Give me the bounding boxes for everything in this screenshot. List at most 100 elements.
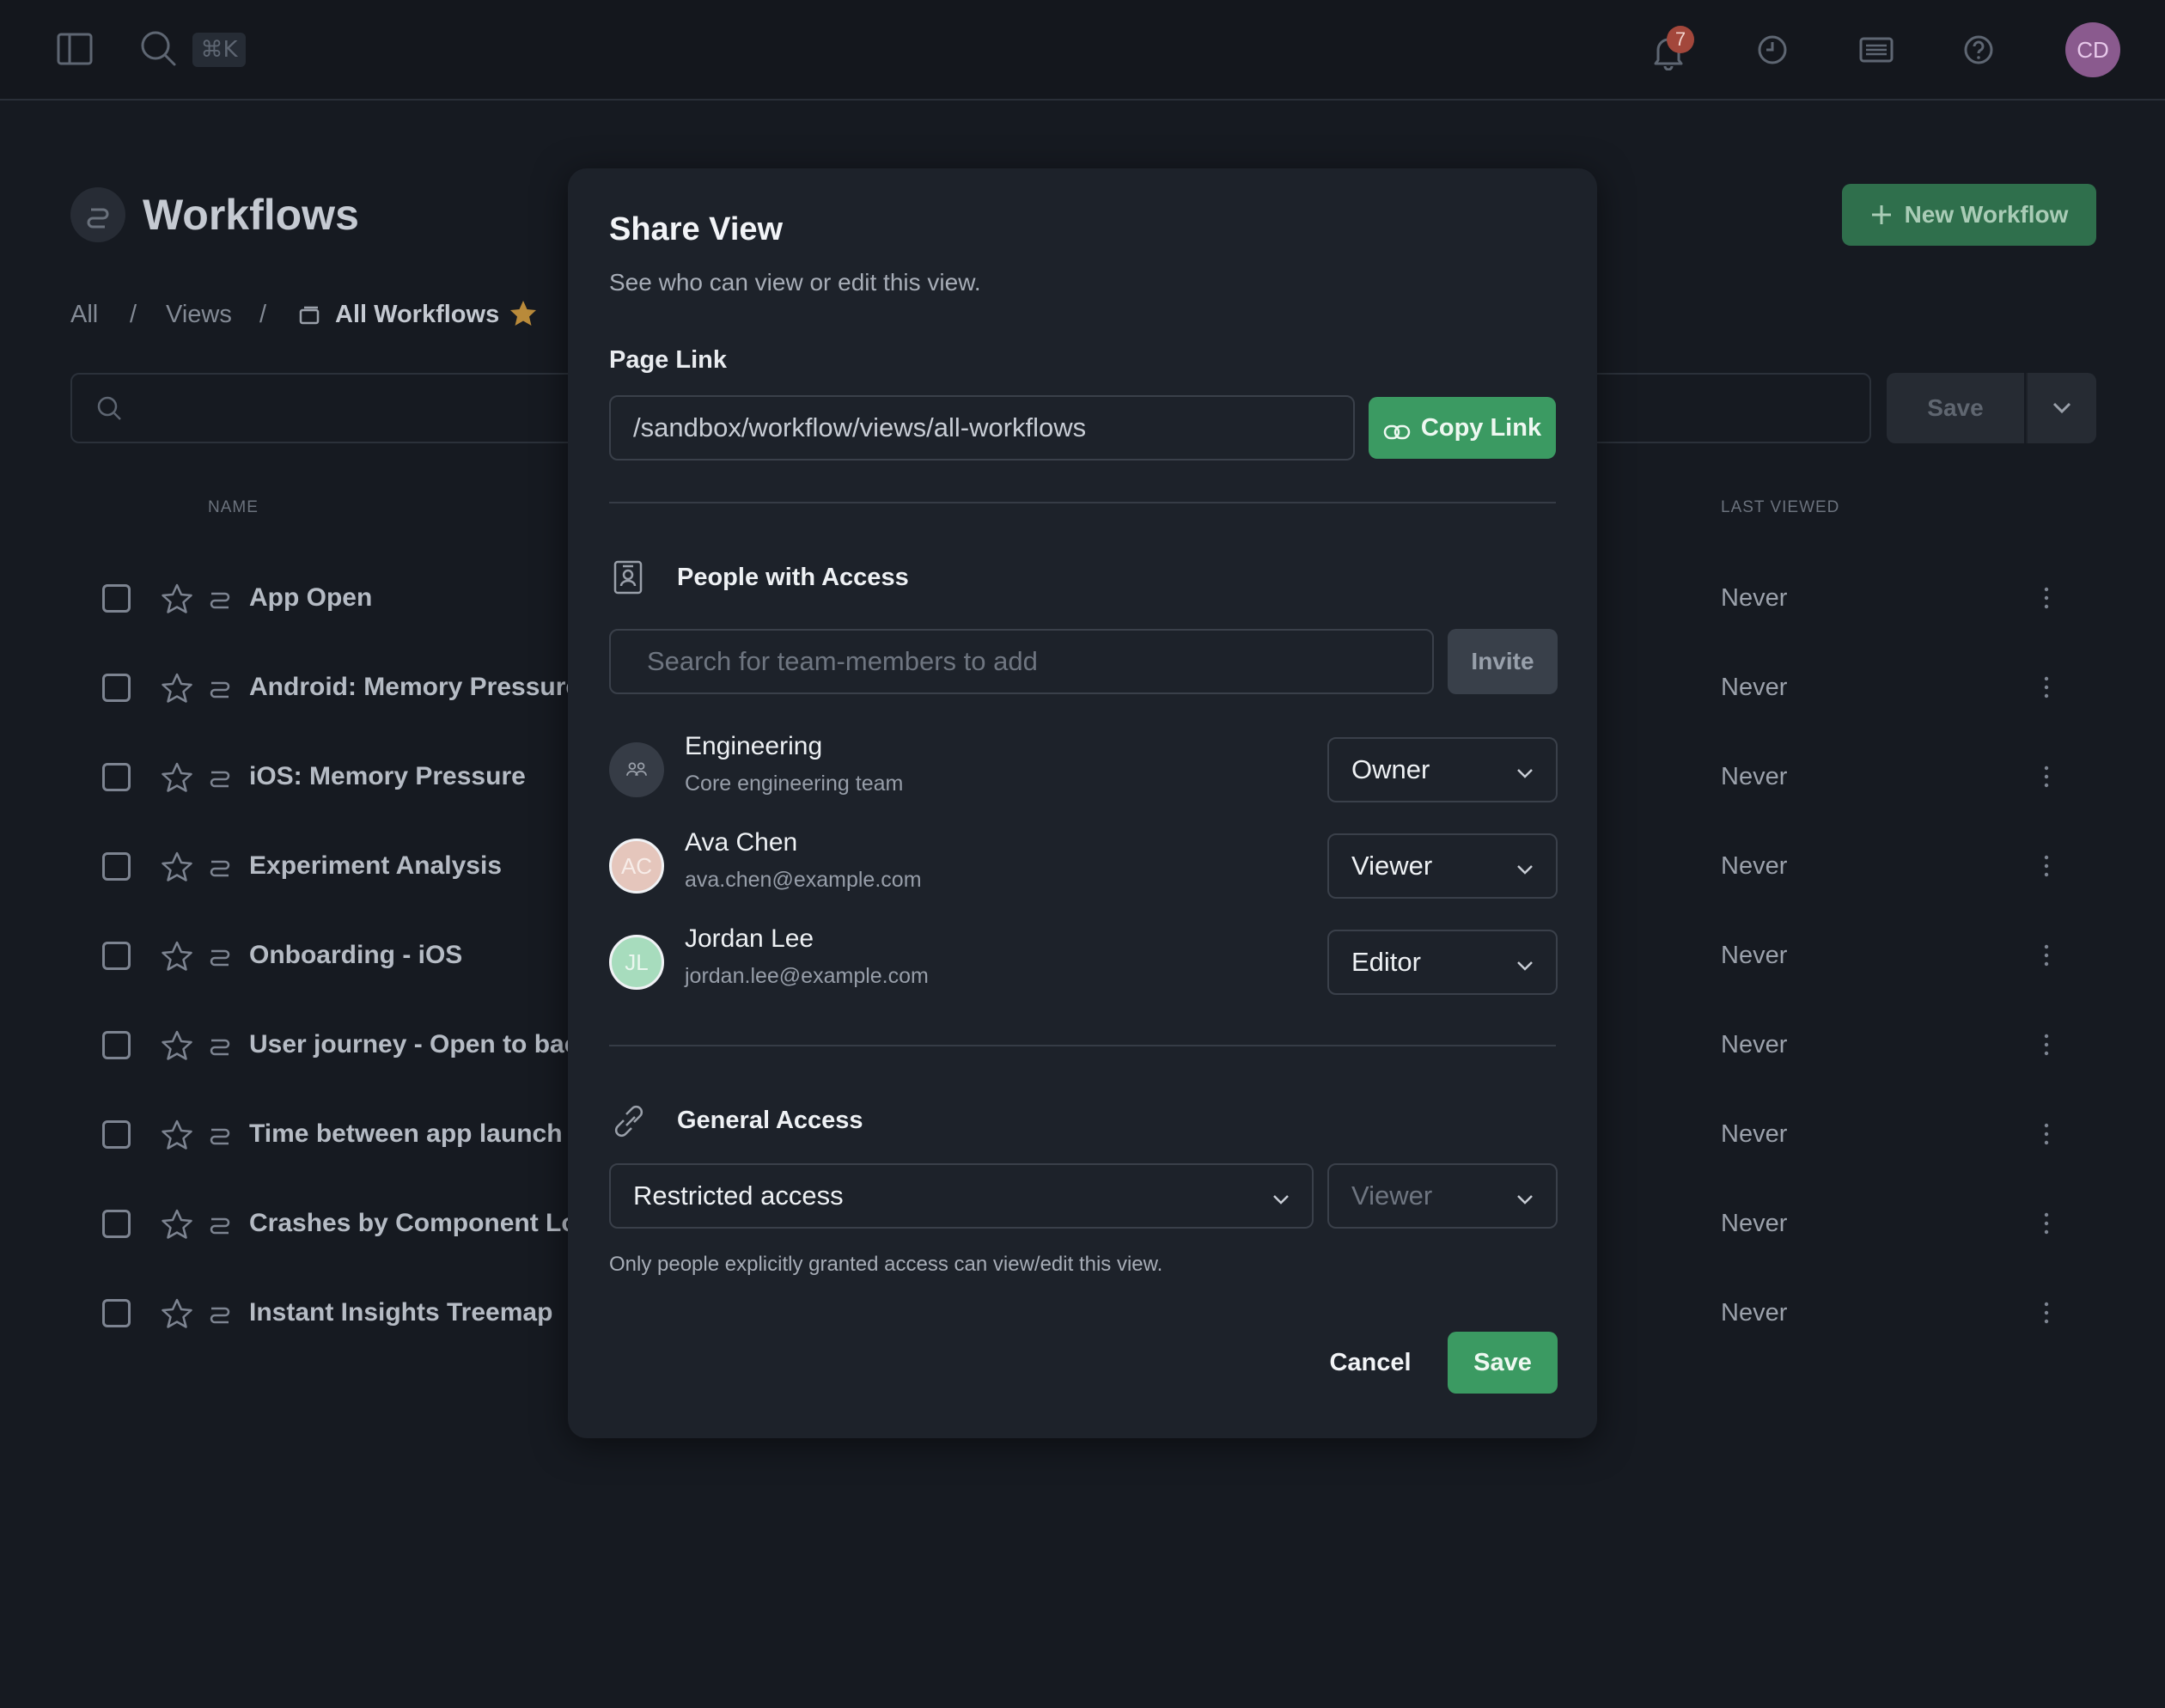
chevron-down-icon (1515, 1186, 1535, 1206)
workflow-name[interactable]: Android: Memory Pressure (249, 670, 580, 705)
search-shortcut-hint: ⌘K (192, 33, 246, 67)
help-icon[interactable] (1963, 34, 1994, 65)
star-icon[interactable] (161, 1029, 193, 1062)
more-options-icon[interactable] (2036, 1029, 2057, 1060)
star-icon[interactable] (161, 851, 193, 883)
role-select[interactable]: Editor (1327, 930, 1558, 995)
people-with-access-title: People with Access (677, 564, 909, 591)
divider (609, 502, 1556, 503)
column-header-last-viewed[interactable]: LAST VIEWED (1721, 498, 1839, 517)
more-options-icon[interactable] (2036, 1119, 2057, 1150)
favorite-star-icon[interactable] (509, 299, 538, 328)
row-checkbox[interactable] (102, 1299, 131, 1327)
save-button[interactable]: Save (1448, 1332, 1558, 1394)
contact-card-icon (613, 559, 643, 595)
role-select[interactable]: Owner (1327, 737, 1558, 802)
invite-button[interactable]: Invite (1448, 629, 1558, 694)
member-name: Engineering (685, 732, 823, 760)
row-checkbox[interactable] (102, 584, 131, 613)
cancel-button[interactable]: Cancel (1319, 1332, 1422, 1394)
workflow-icon (208, 1122, 234, 1148)
team-icon (609, 742, 664, 797)
workflow-name[interactable]: iOS: Memory Pressure (249, 759, 526, 794)
sidebar-toggle-icon[interactable] (57, 33, 93, 65)
workflow-icon (208, 1033, 234, 1058)
more-options-icon[interactable] (2036, 851, 2057, 881)
copy-link-button[interactable]: Copy Link (1369, 397, 1556, 459)
workflow-icon (208, 675, 234, 701)
row-checkbox[interactable] (102, 1210, 131, 1238)
breadcrumb-all-workflows[interactable]: All Workflows (335, 299, 499, 330)
team-member-search-input[interactable]: Search for team-members to add (609, 629, 1434, 694)
workflow-name[interactable]: Experiment Analysis (249, 849, 502, 883)
workflow-name[interactable]: Crashes by Component Loca (249, 1206, 606, 1241)
general-role-select[interactable]: Viewer (1327, 1163, 1558, 1229)
member-detail: ava.chen@example.com (685, 868, 922, 892)
last-viewed: Never (1721, 763, 1788, 790)
workflow-name[interactable]: Onboarding - iOS (249, 938, 462, 973)
save-view-button[interactable]: Save (1887, 373, 2024, 443)
top-bar: ⌘K 7 CD (0, 0, 2165, 101)
keyboard-icon[interactable] (1859, 36, 1894, 64)
workflow-icon (208, 943, 234, 969)
user-avatar[interactable]: CD (2065, 22, 2120, 77)
divider (609, 1045, 1556, 1046)
search-icon[interactable] (139, 29, 177, 67)
star-icon[interactable] (161, 1119, 193, 1151)
star-icon[interactable] (161, 1208, 193, 1241)
notification-badge: 7 (1667, 26, 1694, 53)
workflow-name[interactable]: User journey - Open to backg (249, 1028, 608, 1062)
star-icon[interactable] (161, 583, 193, 615)
row-checkbox[interactable] (102, 1031, 131, 1059)
workflow-name[interactable]: Time between app launch ar (249, 1117, 594, 1151)
clock-icon[interactable] (1757, 34, 1788, 65)
last-viewed: Never (1721, 1299, 1788, 1327)
more-options-icon[interactable] (2036, 940, 2057, 971)
workflow-icon (208, 1301, 234, 1327)
role-value: Viewer (1351, 851, 1433, 881)
breadcrumb-separator: / (259, 301, 267, 328)
page-link-field[interactable]: /sandbox/workflow/views/all-workflows (609, 395, 1355, 461)
avatar: JL (609, 935, 664, 990)
breadcrumb-views[interactable]: Views (166, 299, 232, 330)
dialog-title: Share View (609, 211, 784, 247)
row-checkbox[interactable] (102, 852, 131, 881)
more-options-icon[interactable] (2036, 761, 2057, 792)
role-value: Editor (1351, 947, 1421, 977)
member-name: Ava Chen (685, 828, 798, 857)
chevron-down-icon (1515, 856, 1535, 876)
workflow-name[interactable]: Instant Insights Treemap (249, 1296, 552, 1330)
star-icon[interactable] (161, 761, 193, 794)
general-access-value: Restricted access (633, 1180, 844, 1211)
row-checkbox[interactable] (102, 1120, 131, 1149)
save-options-dropdown[interactable] (2026, 373, 2096, 443)
star-icon[interactable] (161, 1297, 193, 1330)
new-workflow-button[interactable]: New Workflow (1842, 184, 2096, 246)
access-list-item: JL Jordan Lee jordan.lee@example.com Editor (609, 919, 1558, 1005)
workflow-name[interactable]: App Open (249, 581, 372, 615)
chevron-down-icon (1515, 952, 1535, 973)
more-options-icon[interactable] (2036, 583, 2057, 613)
star-icon[interactable] (161, 940, 193, 973)
last-viewed: Never (1721, 584, 1788, 612)
member-detail: jordan.lee@example.com (685, 964, 929, 988)
general-role-value: Viewer (1351, 1180, 1433, 1211)
workflow-icon (208, 586, 234, 612)
workflow-icon (208, 1211, 234, 1237)
row-checkbox[interactable] (102, 674, 131, 702)
member-detail: Core engineering team (685, 772, 904, 796)
last-viewed: Never (1721, 674, 1788, 701)
general-access-select[interactable]: Restricted access (609, 1163, 1314, 1229)
row-checkbox[interactable] (102, 942, 131, 970)
star-icon[interactable] (161, 672, 193, 705)
chevron-down-icon (2052, 399, 2072, 416)
more-options-icon[interactable] (2036, 1208, 2057, 1239)
role-select[interactable]: Viewer (1327, 833, 1558, 899)
more-options-icon[interactable] (2036, 672, 2057, 703)
more-options-icon[interactable] (2036, 1297, 2057, 1328)
row-checkbox[interactable] (102, 763, 131, 791)
last-viewed: Never (1721, 852, 1788, 880)
breadcrumb-all[interactable]: All (70, 299, 98, 330)
column-header-name[interactable]: NAME (208, 498, 259, 517)
workflow-icon (208, 765, 234, 790)
